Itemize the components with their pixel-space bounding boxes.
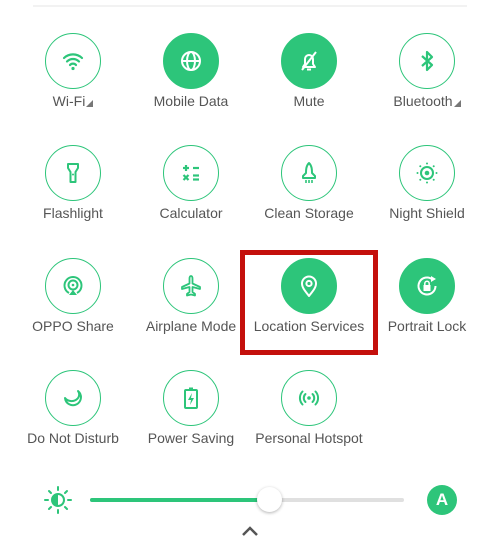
tile-label: Personal Hotspot [255, 430, 363, 446]
tile-label: Night Shield [389, 205, 465, 221]
bluetooth-icon [421, 50, 434, 72]
tile-toggle-button[interactable] [399, 145, 455, 201]
wifi-icon [62, 53, 84, 71]
auto-brightness-button[interactable]: A [427, 485, 457, 515]
tile-toggle-button[interactable] [45, 370, 101, 426]
tile-label: Portrait Lock [387, 318, 467, 334]
eye-sun-icon [416, 162, 438, 184]
collapse-chevron-icon[interactable] [240, 524, 260, 538]
bell-off-icon [301, 51, 317, 71]
globe-icon [181, 51, 201, 71]
expand-corner-icon[interactable] [453, 100, 461, 107]
battery-bolt-icon [184, 387, 198, 409]
calculator-icon [182, 165, 199, 181]
brightness-slider-thumb[interactable] [256, 487, 282, 512]
tile-night-shield[interactable]: Night Shield [368, 145, 486, 257]
brightness-slider[interactable] [90, 487, 404, 512]
tile-bluetooth[interactable]: Bluetooth [368, 33, 486, 145]
highlight-box [240, 250, 378, 355]
tile-toggle-button[interactable] [45, 145, 101, 201]
tile-toggle-button[interactable] [163, 145, 219, 201]
tile-toggle-button[interactable] [163, 33, 219, 89]
moon-icon [64, 390, 82, 407]
share-radar-icon [63, 276, 83, 295]
tile-label: Bluetooth [358, 93, 496, 109]
tile-toggle-button[interactable] [281, 145, 337, 201]
tile-toggle-button[interactable] [399, 33, 455, 89]
tile-airplane-mode[interactable]: Airplane Mode [132, 258, 250, 370]
airplane-icon [181, 275, 201, 297]
tile-toggle-button[interactable] [281, 33, 337, 89]
tile-mobile-data[interactable]: Mobile Data [132, 33, 250, 145]
tile-oppo-share[interactable]: OPPO Share [14, 258, 132, 370]
flashlight-icon [67, 163, 79, 183]
tile-toggle-button[interactable] [399, 258, 455, 314]
tile-clean-storage[interactable]: Clean Storage [250, 145, 368, 257]
brightness-icon [44, 486, 72, 514]
tile-toggle-button[interactable] [45, 258, 101, 314]
tile-wi-fi[interactable]: Wi-Fi [14, 33, 132, 145]
top-divider [33, 5, 467, 7]
rotation-lock-icon [417, 276, 437, 296]
hotspot-icon [298, 390, 320, 406]
tile-toggle-button[interactable] [163, 258, 219, 314]
tile-mute[interactable]: Mute [250, 33, 368, 145]
tile-portrait-lock[interactable]: Portrait Lock [368, 258, 486, 370]
rocket-icon [302, 162, 316, 183]
tile-toggle-button[interactable] [163, 370, 219, 426]
tile-personal-hotspot[interactable]: Personal Hotspot [250, 370, 368, 482]
tile-flashlight[interactable]: Flashlight [14, 145, 132, 257]
tile-toggle-button[interactable] [281, 370, 337, 426]
brightness-slider-fill [90, 498, 269, 502]
tile-calculator[interactable]: Calculator [132, 145, 250, 257]
tile-power-saving[interactable]: Power Saving [132, 370, 250, 482]
tile-do-not-disturb[interactable]: Do Not Disturb [14, 370, 132, 482]
tile-toggle-button[interactable] [45, 33, 101, 89]
expand-corner-icon[interactable] [86, 100, 94, 107]
